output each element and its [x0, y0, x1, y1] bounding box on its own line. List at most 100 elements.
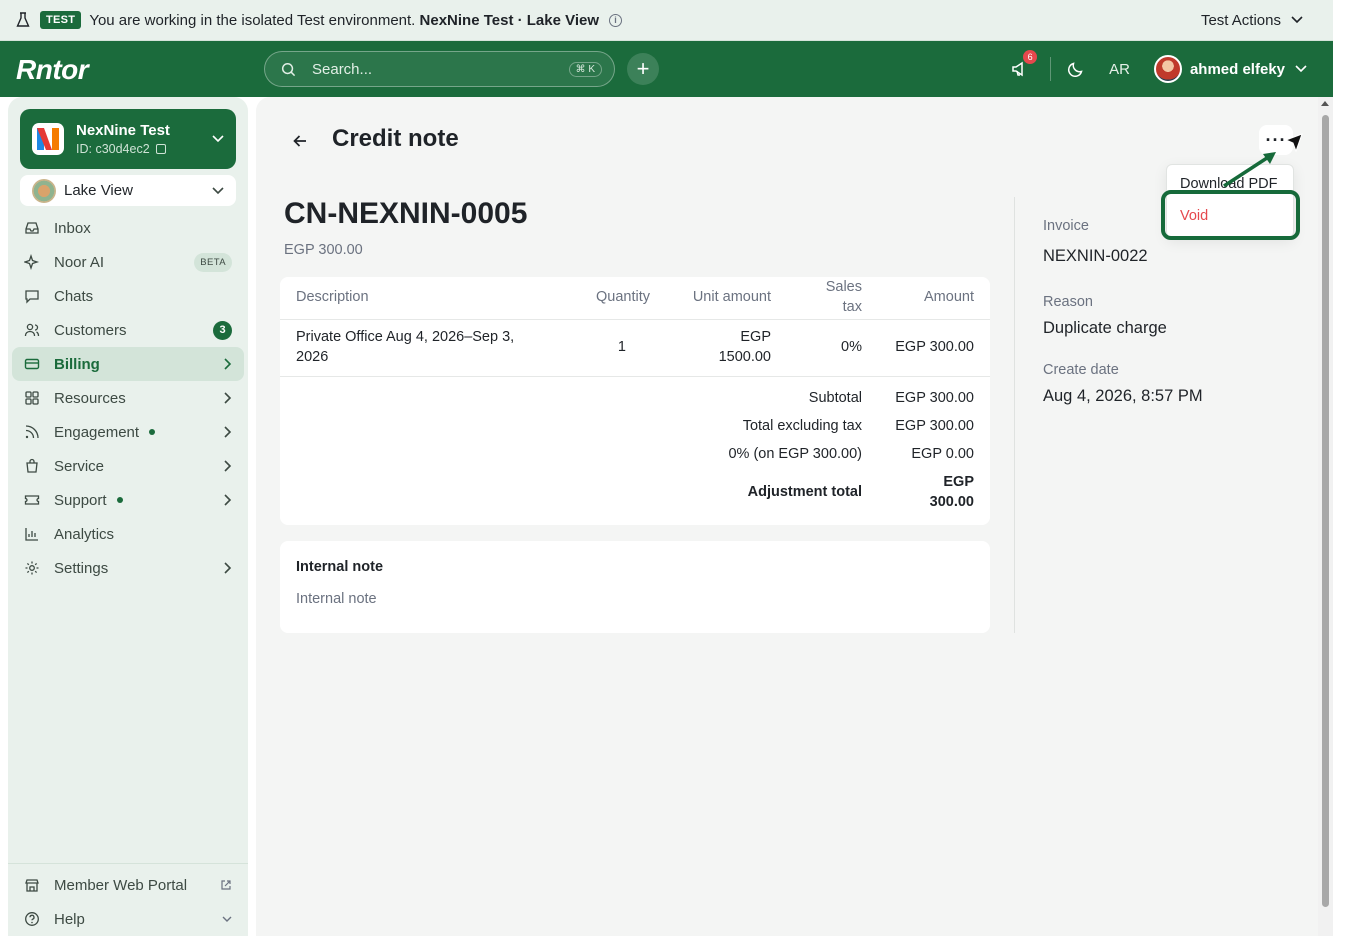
main-scrollbar[interactable]	[1318, 97, 1333, 936]
location-name: Lake View	[64, 182, 133, 199]
main-content: Credit note ··· CN-NEXNIN-0005 EGP 300.0…	[256, 97, 1318, 936]
adjustment-total-value-line2: 300.00	[929, 494, 974, 510]
sidebar-item-inbox[interactable]: Inbox	[12, 211, 244, 245]
organization-id-text: ID: c30d4ec2	[76, 142, 150, 156]
info-icon[interactable]: i	[609, 13, 623, 27]
notifications-badge: 6	[1023, 50, 1038, 64]
add-button[interactable]: +	[627, 53, 659, 85]
row-amount: EGP 300.00	[895, 339, 974, 355]
chevron-right-icon	[224, 460, 232, 472]
gear-icon	[25, 561, 39, 575]
back-arrow-icon[interactable]	[290, 131, 310, 151]
search-input[interactable]: Search... ⌘ K	[264, 51, 615, 87]
chevron-down-icon	[212, 186, 224, 194]
sidebar-item-label: Analytics	[54, 525, 115, 543]
users-icon	[24, 323, 40, 337]
organization-id: ID: c30d4ec2	[76, 142, 170, 156]
language-toggle[interactable]: AR	[1109, 61, 1130, 78]
subtotal-label: Subtotal	[808, 390, 862, 406]
organization-switcher[interactable]: NexNine Test ID: c30d4ec2	[20, 109, 236, 169]
sidebar-item-help[interactable]: Help	[12, 902, 244, 936]
sidebar-item-label: Inbox	[54, 219, 91, 237]
moon-icon[interactable]	[1067, 60, 1085, 78]
reason-label: Reason	[1043, 294, 1093, 310]
sidebar-nav: Inbox Noor AI BETA Chats Customers 3 Bil…	[12, 211, 244, 585]
divider	[1050, 57, 1052, 81]
copy-icon[interactable]	[155, 144, 166, 154]
column-header-sales-tax-line1: Sales	[825, 279, 862, 295]
chevron-down-icon	[1291, 16, 1303, 24]
beta-badge: BETA	[194, 252, 232, 272]
plus-icon: +	[636, 56, 650, 81]
user-avatar[interactable]	[1153, 55, 1182, 83]
divider	[1014, 197, 1015, 633]
chevron-right-icon	[224, 426, 232, 438]
tax-value: EGP 0.00	[911, 446, 974, 462]
sidebar-item-service[interactable]: Service	[12, 449, 244, 483]
test-actions-button[interactable]: Test Actions	[1201, 0, 1303, 40]
sidebar-item-chats[interactable]: Chats	[12, 279, 244, 313]
reason-value: Duplicate charge	[1043, 319, 1167, 337]
sidebar-item-billing[interactable]: Billing	[12, 347, 244, 381]
internal-note-text: Internal note	[296, 591, 377, 607]
rntor-logo[interactable]: Rntor	[16, 54, 89, 86]
column-header-sales-tax-line2: tax	[842, 299, 862, 315]
location-image	[32, 178, 56, 203]
create-date-value: Aug 4, 2026, 8:57 PM	[1043, 387, 1203, 405]
invoice-label: Invoice	[1043, 218, 1089, 234]
divider	[280, 319, 990, 320]
test-actions-label: Test Actions	[1200, 11, 1281, 29]
shopping-bag-icon	[26, 458, 38, 473]
grid-icon	[25, 391, 39, 405]
sidebar-item-engagement[interactable]: Engagement	[12, 415, 244, 449]
chevron-right-icon	[224, 358, 232, 370]
annotation-arrow-icon	[1223, 152, 1276, 188]
rss-icon	[25, 425, 39, 439]
adjustment-total-label: Adjustment total	[747, 484, 862, 500]
chevron-down-icon[interactable]	[1295, 65, 1307, 73]
credit-card-icon	[24, 358, 40, 370]
search-icon	[281, 62, 296, 76]
internal-note-title: Internal note	[296, 559, 384, 575]
row-unit-amount-line2: 1500.00	[718, 349, 771, 365]
sidebar-item-settings[interactable]: Settings	[12, 551, 244, 585]
sidebar-item-label: Support	[54, 491, 107, 509]
row-unit-amount-line1: EGP	[740, 329, 771, 345]
banner-environment: NexNine Test · Lake View	[419, 11, 600, 29]
sidebar-item-noor-ai[interactable]: Noor AI BETA	[12, 245, 244, 279]
top-navigation-bar: Rntor Search... ⌘ K + 6 AR ahmed elfeky	[0, 41, 1333, 97]
create-date-label: Create date	[1043, 362, 1119, 378]
test-badge: TEST	[40, 11, 82, 29]
total-excluding-tax-label: Total excluding tax	[742, 418, 862, 434]
tax-label: 0% (on EGP 300.00)	[728, 446, 862, 462]
mouse-cursor-icon	[1284, 133, 1303, 153]
status-dot	[149, 429, 156, 435]
customers-count-badge: 3	[213, 320, 232, 340]
bar-chart-icon	[25, 528, 38, 541]
invoice-link[interactable]: NEXNIN-0022	[1043, 247, 1148, 266]
user-name[interactable]: ahmed elfeky	[1190, 61, 1285, 78]
sidebar-item-customers[interactable]: Customers 3	[12, 313, 244, 347]
sidebar-item-member-web-portal[interactable]: Member Web Portal	[12, 868, 244, 902]
sidebar-item-support[interactable]: Support	[12, 483, 244, 517]
row-quantity: 1	[617, 339, 626, 355]
sidebar-item-analytics[interactable]: Analytics	[12, 517, 244, 551]
external-link-icon	[221, 880, 231, 890]
chat-icon	[25, 290, 39, 304]
line-items-table: Description Quantity Unit amount Sales t…	[280, 277, 990, 525]
row-description-line1: Private Office Aug 4, 2026–Sep 3,	[296, 329, 515, 345]
status-dot	[116, 497, 123, 503]
notifications-button[interactable]: 6	[1010, 50, 1038, 79]
store-icon	[25, 879, 39, 892]
location-select[interactable]: Lake View	[20, 175, 236, 206]
flask-icon	[16, 12, 30, 28]
sidebar-item-label: Engagement	[54, 423, 140, 441]
help-icon	[25, 912, 39, 926]
organization-name: NexNine Test	[76, 122, 170, 139]
sidebar-item-resources[interactable]: Resources	[12, 381, 244, 415]
column-header-amount: Amount	[924, 289, 974, 305]
scrollbar-thumb[interactable]	[1322, 115, 1329, 907]
chevron-right-icon	[224, 562, 232, 574]
scroll-up-arrow-icon[interactable]	[1321, 101, 1329, 106]
subtotal-value: EGP 300.00	[895, 390, 974, 406]
